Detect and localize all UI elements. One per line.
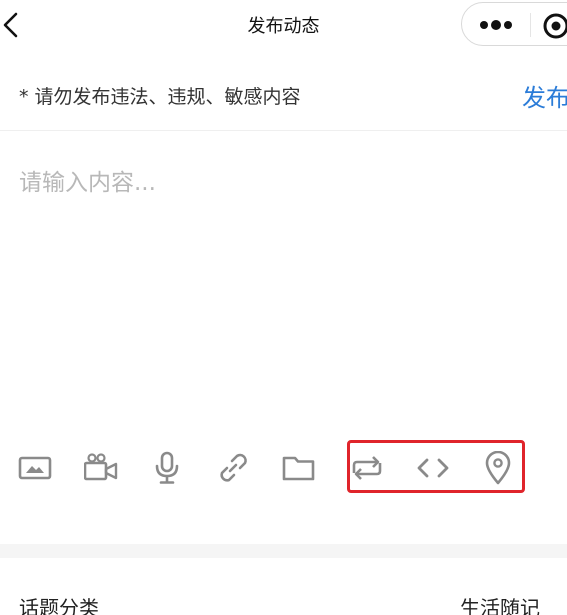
media-toolbar [0,440,567,496]
topic-category-row[interactable]: 话题分类 生活随记 [0,580,567,615]
link-icon[interactable] [216,451,250,485]
capsule-divider [530,13,531,37]
more-dots-icon[interactable] [478,15,514,35]
microphone-icon[interactable] [150,451,184,485]
mini-program-capsule [461,2,567,46]
navigation-bar: 发布动态 [0,0,567,50]
highlight-annotation-box [347,440,525,493]
publish-button[interactable]: 发布 [522,78,567,113]
target-circle-icon[interactable] [541,11,567,41]
section-divider [0,544,567,558]
content-input[interactable]: 请输入内容... [19,163,156,197]
topic-category-label: 话题分类 [19,596,99,615]
topic-category-value[interactable]: 生活随记 [460,592,540,615]
image-icon[interactable] [18,451,52,485]
folder-icon[interactable] [282,451,316,485]
content-warning-notice: * 请勿发布违法、违规、敏感内容 [19,86,301,108]
video-icon[interactable] [84,451,118,485]
publish-post-page: 发布动态 * 请勿发布违法、违规、敏感内容 发布 请输入内容... 话题分类 生… [0,0,567,615]
notice-row: * 请勿发布违法、违规、敏感内容 发布 [0,70,567,131]
